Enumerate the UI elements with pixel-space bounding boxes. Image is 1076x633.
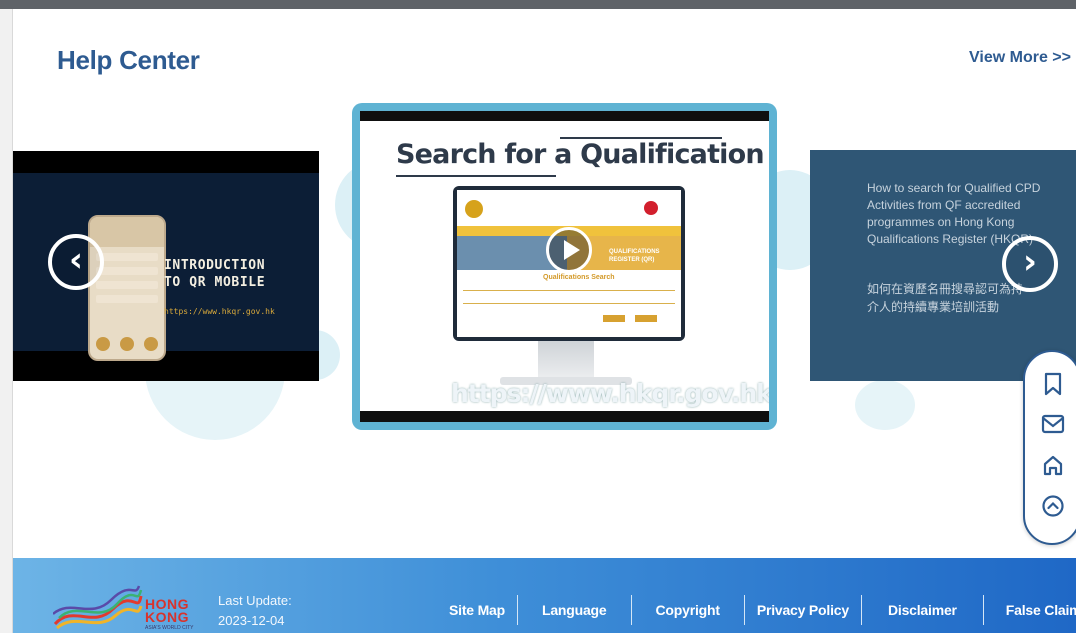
- screen-form: [463, 290, 675, 304]
- slide-text-line: programmes on Hong Kong: [867, 215, 1015, 229]
- monitor-stand: [538, 341, 594, 379]
- letterbox-bar: [360, 111, 769, 121]
- slide-text-line: Activities from QF accredited: [867, 198, 1021, 212]
- hk-tagline: ASIA'S WORLD CITY: [145, 625, 194, 631]
- screen-button: [635, 315, 657, 322]
- title-rule: [396, 175, 556, 177]
- decor-blob: [855, 380, 915, 430]
- page: Help Center View More >> INTRODUCTION TO…: [0, 0, 1076, 633]
- bookmark-icon[interactable]: [1039, 372, 1067, 400]
- slide-title: Search for a Qualification: [396, 139, 765, 170]
- footer-link-site-map[interactable]: Site Map: [437, 602, 517, 618]
- phone-illustration: [88, 215, 166, 361]
- slide-text-line: How to search for Qualified CPD: [867, 181, 1041, 195]
- last-update-date: 2023-12-04: [218, 613, 285, 628]
- screen-button: [603, 315, 625, 322]
- slide-url: https://www.hkqr.gov.hk: [451, 379, 769, 408]
- footer: HONG KONG ASIA'S WORLD CITY Last Update:…: [13, 558, 1076, 633]
- view-more-link[interactable]: View More >>: [969, 49, 1071, 67]
- top-bar: [0, 0, 1076, 9]
- slide-title-line: INTRODUCTION: [164, 258, 266, 273]
- slide-title-line: TO QR MOBILE: [164, 275, 266, 290]
- carousel-prev-button[interactable]: ‹: [48, 234, 104, 290]
- hk-wordmark: HONG KONG: [145, 597, 189, 625]
- slide-description-zh: 如何在資歷名冊搜尋認可為持 介人的持續專業培訓活動: [867, 280, 1023, 316]
- mail-icon[interactable]: [1039, 414, 1067, 442]
- qf-logo-icon: [465, 200, 483, 218]
- floating-toolbar: [1023, 350, 1076, 545]
- carousel-next-button[interactable]: ›: [1002, 236, 1058, 292]
- brand-hong-kong-logo[interactable]: HONG KONG ASIA'S WORLD CITY: [53, 576, 203, 633]
- letterbox-bar: [360, 411, 769, 422]
- back-to-top-icon[interactable]: [1039, 494, 1067, 522]
- last-update-label: Last Update:: [218, 593, 292, 608]
- footer-link-language[interactable]: Language: [518, 602, 631, 618]
- emblem-icon: [644, 201, 658, 215]
- play-icon[interactable]: [546, 227, 592, 273]
- left-scroll-rail: [0, 9, 13, 633]
- home-icon[interactable]: [1039, 454, 1067, 482]
- screen-heading: Qualifications Search: [543, 274, 615, 281]
- slide-title: INTRODUCTION TO QR MOBILE: [164, 257, 265, 291]
- last-update: Last Update: 2023-12-04: [218, 591, 292, 631]
- dragon-logo-icon: [53, 585, 143, 629]
- slide-description: How to search for Qualified CPD Activiti…: [867, 180, 1076, 248]
- footer-links: Site Map Language Copyright Privacy Poli…: [437, 595, 1076, 625]
- slide-url: https://www.hkqr.gov.hk: [164, 307, 275, 316]
- screen-banner-text: QUALIFICATIONS REGISTER (QR): [609, 249, 660, 263]
- section-title: Help Center: [57, 45, 200, 75]
- footer-link-privacy-policy[interactable]: Privacy Policy: [745, 602, 861, 618]
- footer-link-disclaimer[interactable]: Disclaimer: [862, 602, 983, 618]
- footer-link-copyright[interactable]: Copyright: [632, 602, 744, 618]
- slide-text-line: 如何在資歷名冊搜尋認可為持: [867, 282, 1024, 296]
- slide-text-line: 介人的持續專業培訓活動: [867, 300, 1000, 314]
- hk-wordmark-line: KONG: [145, 609, 189, 625]
- footer-link-false-claims[interactable]: False Claims: [984, 602, 1076, 618]
